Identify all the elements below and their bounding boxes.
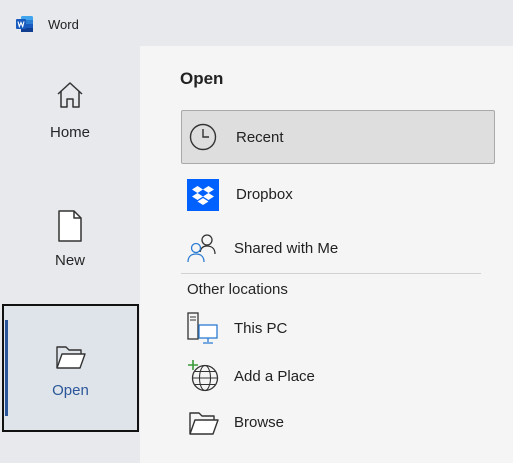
open-folder-icon [55, 346, 86, 369]
page-title: Open [180, 69, 224, 88]
globe-add-icon [188, 360, 219, 392]
dropbox-icon [187, 179, 219, 211]
location-shared-with-me[interactable]: Shared with Me [181, 226, 495, 272]
sidebar-item-new[interactable]: New [0, 174, 140, 302]
location-recent[interactable]: Recent [181, 110, 495, 164]
sidebar-item-label: New [54, 252, 85, 269]
location-dropbox[interactable]: Dropbox [181, 172, 495, 218]
sidebar-item-home[interactable]: Home [0, 46, 140, 174]
sidebar-item-label: Home [49, 124, 90, 141]
title-bar: Word [0, 0, 513, 46]
word-logo-icon [16, 16, 33, 32]
location-label: Browse [234, 414, 285, 431]
backstage-sidebar: Home New Open [0, 46, 140, 463]
other-locations-heading: Other locations [187, 281, 288, 298]
location-browse[interactable]: Browse [181, 400, 495, 446]
location-add-a-place[interactable]: Add a Place [181, 354, 495, 400]
section-divider [181, 273, 481, 274]
clock-icon [189, 123, 217, 151]
app-title: Word [48, 17, 79, 32]
home-icon [57, 82, 83, 108]
open-panel: Open Recent Dropbox Shared with Me Other… [140, 46, 513, 463]
location-this-pc[interactable]: This PC [181, 306, 495, 352]
location-label: Shared with Me [234, 240, 339, 257]
location-label: This PC [234, 320, 288, 337]
location-label: Add a Place [234, 368, 315, 385]
sidebar-item-open[interactable]: Open [2, 304, 139, 432]
location-label: Recent [236, 129, 284, 146]
selection-indicator [5, 320, 8, 416]
people-icon [187, 234, 216, 263]
location-label: Dropbox [236, 186, 293, 203]
folder-icon [189, 412, 219, 435]
computer-icon [187, 312, 218, 344]
new-document-icon [58, 210, 82, 242]
sidebar-item-label: Open [52, 382, 89, 399]
